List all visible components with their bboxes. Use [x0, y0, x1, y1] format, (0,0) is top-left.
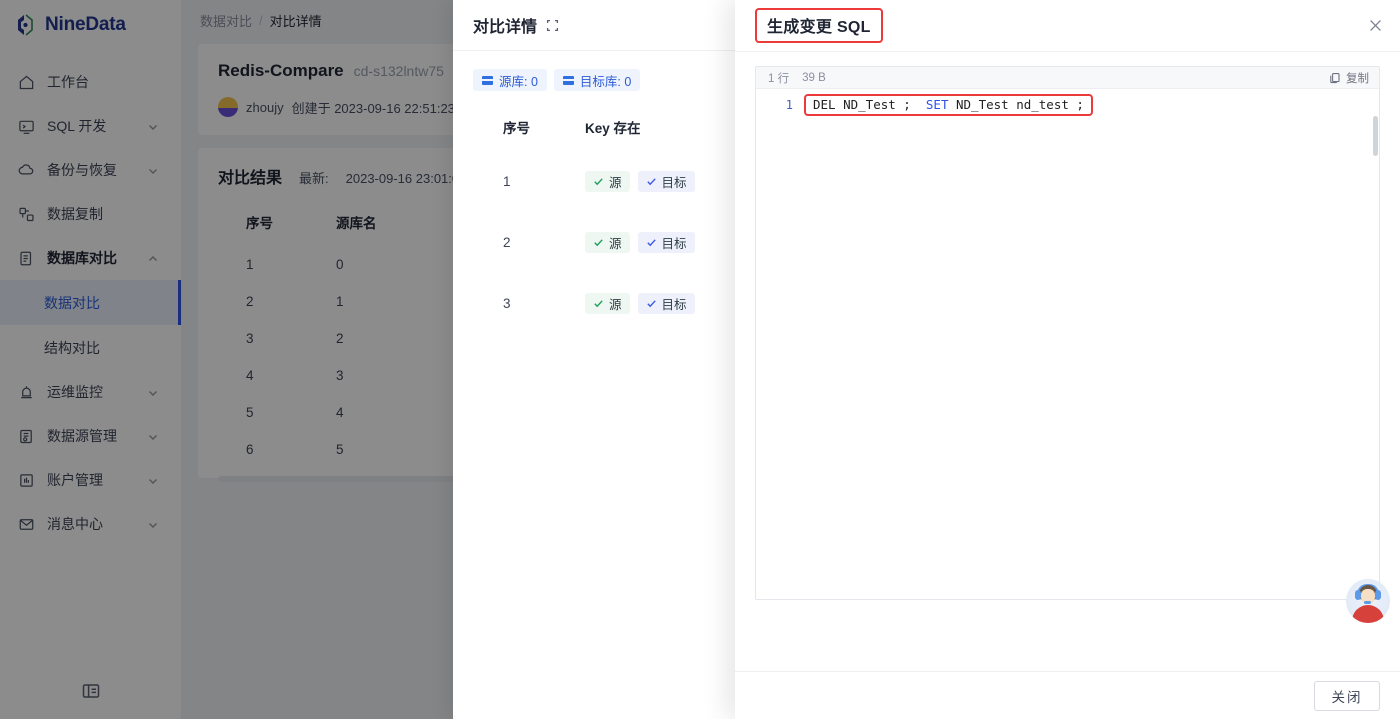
tag-label: 源 [609, 298, 622, 312]
check-icon [593, 298, 604, 309]
target-exists-tag: 目标 [637, 171, 695, 192]
modal-title-highlight: 生成变更 SQL [755, 8, 883, 43]
target-exists-tag: 目标 [637, 232, 695, 253]
source-exists-tag: 源 [585, 232, 630, 253]
headset-mic [1364, 601, 1371, 604]
modal-body: 1 行 39 B 复制 1 DEL ND_Test ; SET ND_Test … [735, 52, 1400, 671]
headset-left [1355, 590, 1361, 600]
sql-code-prefix: DEL ND_Test ; [813, 97, 926, 112]
modal-footer: 关闭 [735, 671, 1400, 719]
check-icon [593, 237, 604, 248]
editor-content[interactable]: 1 DEL ND_Test ; SET ND_Test nd_test ; [756, 89, 1379, 599]
chip-target-db[interactable]: 目标库: 0 [553, 69, 641, 91]
drawer-title: 对比详情 [473, 19, 538, 36]
db-icon [562, 75, 574, 85]
copy-icon [1329, 72, 1341, 84]
close-icon[interactable] [1367, 17, 1384, 34]
cell-index: 3 [503, 296, 511, 311]
tag-label: 源 [609, 237, 622, 251]
check-icon [646, 298, 657, 309]
sql-editor[interactable]: 1 行 39 B 复制 1 DEL ND_Test ; SET ND_Test … [755, 66, 1380, 600]
editor-lines-count: 1 行 [768, 72, 790, 85]
sql-code-highlight: DEL ND_Test ; SET ND_Test nd_test ; [804, 94, 1093, 116]
column-header-index: 序号 [503, 121, 530, 136]
sql-code-suffix: ND_Test nd_test ; [948, 97, 1084, 112]
editor-toolbar: 1 行 39 B 复制 [756, 67, 1379, 89]
copy-label: 复制 [1346, 72, 1369, 85]
generate-change-sql-modal: 生成变更 SQL 1 行 39 B 复制 1 DEL ND_Test ; SET… [735, 0, 1400, 719]
tag-label: 源 [609, 176, 622, 190]
check-icon [646, 237, 657, 248]
close-button[interactable]: 关闭 [1314, 680, 1380, 711]
avatar-body [1352, 605, 1384, 623]
source-exists-tag: 源 [585, 171, 630, 192]
check-icon [593, 176, 604, 187]
editor-line: 1 DEL ND_Test ; SET ND_Test nd_test ; [756, 94, 1379, 116]
sql-code-line: DEL ND_Test ; SET ND_Test nd_test ; [813, 96, 1084, 114]
app-root: NineData 工作台 SQL 开发 备份与恢复 数据复制 数据库对比 数据对… [0, 0, 1400, 719]
headset-right [1375, 590, 1381, 600]
chip-label: 目标库: 0 [579, 74, 632, 89]
line-number: 1 [785, 98, 793, 112]
tag-label: 目标 [661, 237, 687, 251]
tag-label: 目标 [661, 176, 687, 190]
expand-icon[interactable] [546, 19, 559, 32]
target-exists-tag: 目标 [637, 293, 695, 314]
db-icon [482, 75, 493, 85]
editor-size: 39 B [802, 71, 826, 84]
sql-keyword: SET [925, 97, 949, 112]
copy-button[interactable]: 复制 [1329, 70, 1369, 86]
source-exists-tag: 源 [585, 293, 630, 314]
modal-header: 生成变更 SQL [735, 0, 1400, 51]
tag-label: 目标 [661, 298, 687, 312]
editor-scrollbar[interactable] [1373, 116, 1378, 156]
cell-index: 2 [503, 235, 511, 250]
chip-source-db[interactable]: 源库: 0 [473, 69, 547, 91]
chip-label: 源库: 0 [499, 74, 538, 89]
cell-index: 1 [503, 174, 511, 189]
check-icon [646, 176, 657, 187]
modal-title: 生成变更 SQL [767, 19, 871, 36]
support-agent-icon[interactable] [1346, 579, 1390, 623]
